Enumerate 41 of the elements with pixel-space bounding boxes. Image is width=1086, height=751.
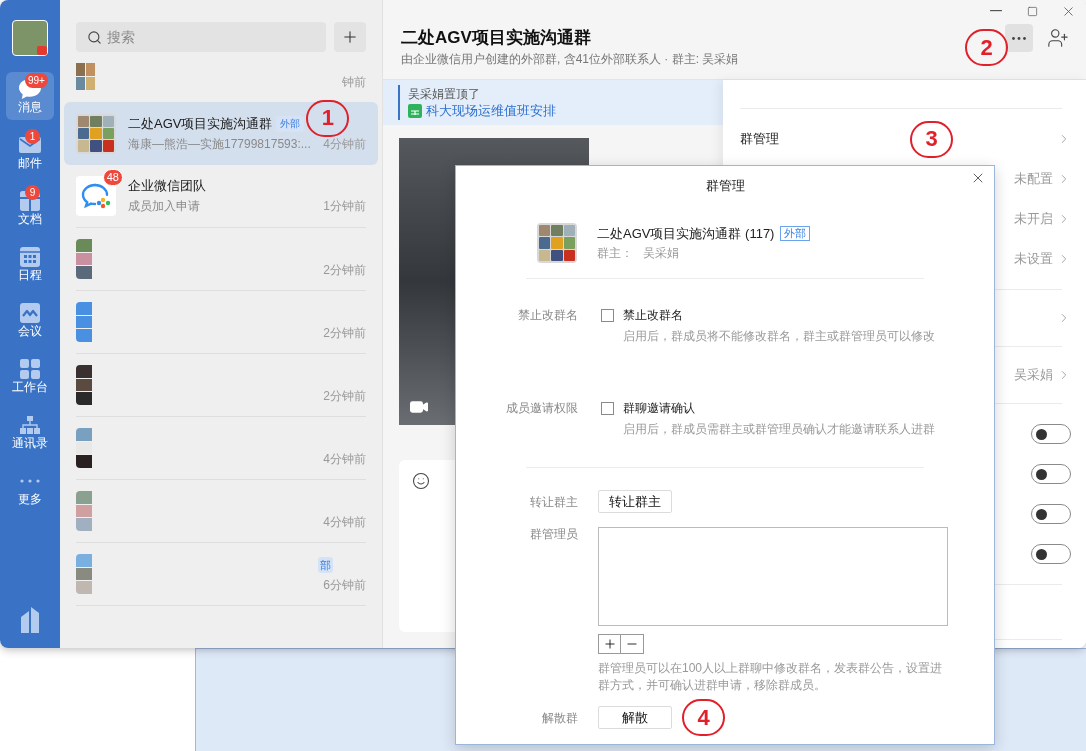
chat-time: 4分钟前: [323, 135, 366, 153]
chat-time: 2分钟前: [323, 388, 366, 405]
chat-time: 2分钟前: [323, 262, 366, 279]
external-tag: 部: [318, 557, 333, 573]
option-label: 群管理员: [529, 527, 578, 543]
chat-title: 企业微信团队: [128, 177, 206, 196]
owner-label: 群主：: [597, 244, 633, 262]
unread-badge: 48: [102, 169, 123, 186]
chat-subtitle: 由企业微信用户创建的外部群, 含41位外部联系人 · 群主: 吴采娟: [401, 51, 739, 68]
setting-label: 群管理: [740, 130, 779, 149]
setting-value: 未开启: [1014, 210, 1053, 229]
chat-preview: 成员加入申请: [128, 198, 201, 215]
setting-value: 未设置: [1014, 250, 1053, 269]
help-text: 启用后，群成员将不能修改群名，群主或群管理员可以修改: [622, 328, 935, 345]
chat-time: 4分钟前: [323, 451, 366, 468]
dialog-title: 群管理: [704, 177, 746, 195]
pinned-notice: 吴采娟置顶了: [408, 85, 481, 102]
help-text: 群管理员可以在100人以上群聊中修改群名，发表群公告，设置进群方式，并可确认进群申请，移除群成员。: [598, 660, 944, 694]
chat-time: 钟前: [342, 74, 366, 91]
chat-preview: 海康—熊浩—实施17799817593:...: [128, 135, 312, 153]
chat-time: 4分钟前: [323, 514, 366, 531]
chat-time: 2分钟前: [323, 325, 366, 342]
external-tag: 外部: [780, 226, 811, 241]
chat-title: 二处AGV项目实施沟通群: [128, 114, 273, 133]
option-label: 解散群: [541, 709, 578, 727]
chat-time: 1分钟前: [323, 198, 366, 215]
option-label: 禁止改群名: [517, 307, 578, 324]
chat-title: 二处AGV项目实施沟通群: [401, 27, 592, 49]
step-marker: 4: [682, 699, 725, 736]
option-label: 成员邀请权限: [505, 400, 578, 417]
group-name: 二处AGV项目实施沟通群 (117): [597, 224, 775, 243]
chat-time: 6分钟前: [323, 577, 366, 594]
step-marker: 3: [910, 120, 953, 158]
setting-value: 未配置: [1014, 170, 1053, 189]
external-tag: 外部: [276, 115, 305, 132]
owner-name: 吴采娟: [643, 244, 679, 262]
setting-value: 吴采娟: [1014, 366, 1053, 385]
help-text: 启用后，群成员需群主或群管理员确认才能邀请联系人进群: [622, 421, 935, 438]
step-marker: 1: [306, 99, 350, 137]
option-label: 转让群主: [529, 493, 578, 511]
unread-badge: 99+: [25, 73, 48, 88]
